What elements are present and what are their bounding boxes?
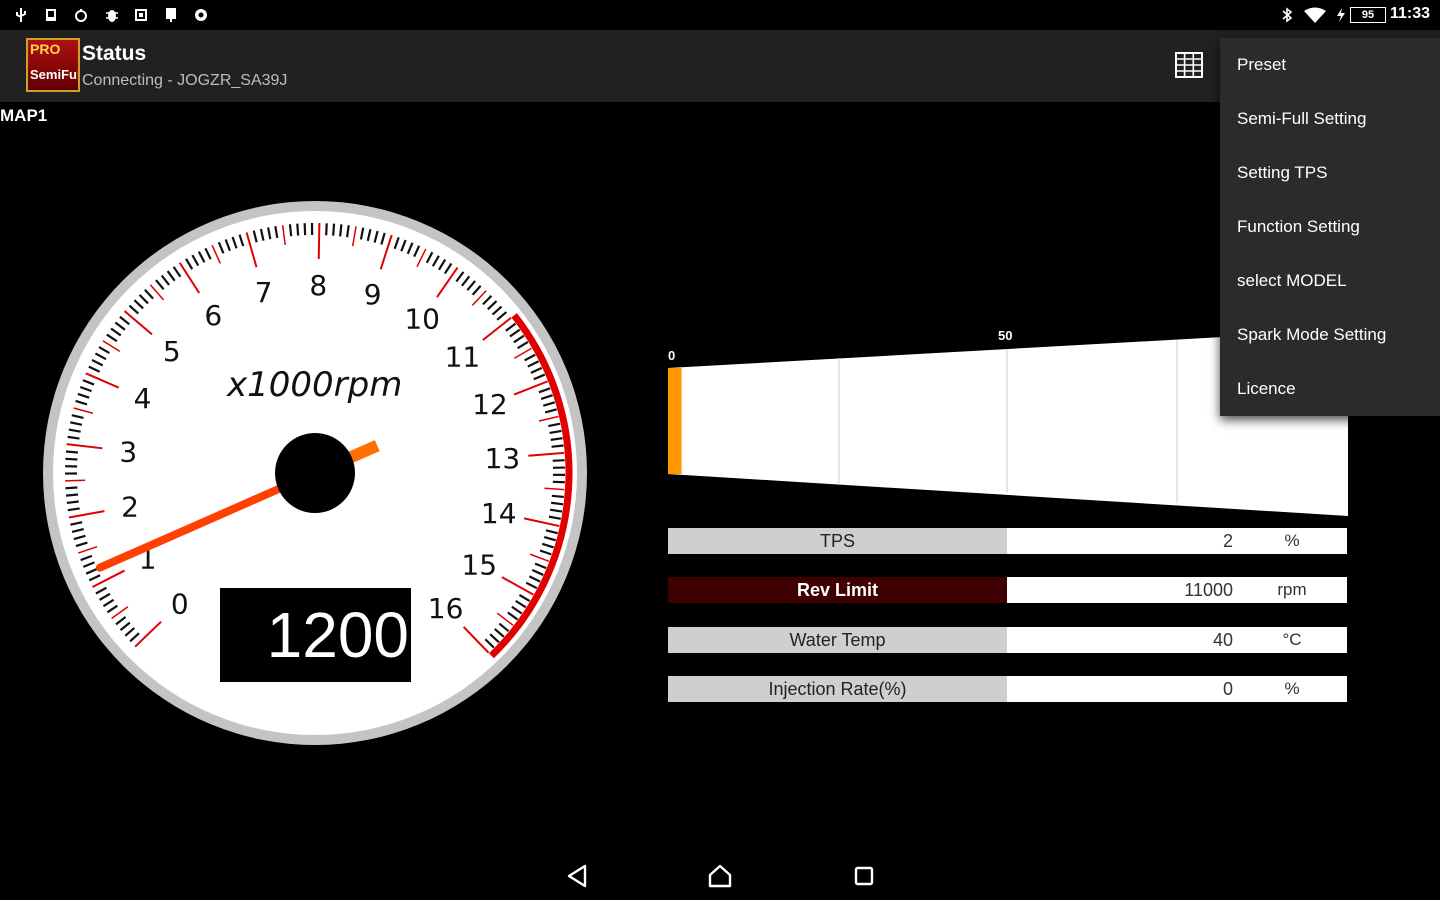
reading-unit: % — [1284, 679, 1300, 698]
wifi-icon — [1304, 7, 1326, 23]
rpm-readout: 1200 — [220, 588, 411, 682]
gauge-minor-tick — [551, 494, 564, 499]
gauge-tick-label: 9 — [364, 278, 382, 311]
reading-row-water-temp: Water Temp 40 °C — [668, 627, 1347, 653]
logo-text-pro: PRO — [30, 41, 61, 57]
debug-icon — [105, 7, 119, 23]
bar-graph-fill — [668, 368, 682, 474]
gauge-minor-tick — [332, 223, 336, 236]
gauge-minor-tick — [288, 224, 293, 237]
charging-icon — [1334, 7, 1348, 23]
menu-item-setting-tps[interactable]: Setting TPS — [1237, 146, 1327, 200]
gauge-tick-label: 8 — [309, 269, 327, 302]
reading-row-rev-limit: Rev Limit 11000 rpm — [668, 577, 1347, 603]
bar-scale-mid: 50 — [998, 328, 1013, 343]
gauge-tick-label: 4 — [134, 382, 152, 415]
clock: 11:33 — [1390, 5, 1431, 22]
reading-row-injection-rate: Injection Rate(%) 0 % — [668, 676, 1347, 702]
reading-label: Injection Rate(%) — [668, 676, 1007, 702]
gauge-minor-tick — [550, 501, 564, 506]
gauge-unit-clip — [420, 365, 426, 415]
system-status-bar: 95 11:33 — [0, 0, 1440, 30]
reading-unit: °C — [1282, 630, 1302, 649]
gauge-minor-tick — [65, 457, 78, 461]
gauge-hub — [275, 433, 355, 513]
app-logo: PRO SemiFull — [26, 38, 80, 92]
menu-item-semi-full-setting[interactable]: Semi-Full Setting — [1237, 92, 1366, 146]
reading-value: 0 — [1222, 679, 1233, 699]
gauge-minor-tick — [65, 486, 78, 490]
gauge-tick-label: 15 — [461, 549, 497, 582]
menu-item-function-setting[interactable]: Function Setting — [1237, 200, 1360, 254]
reading-unit: % — [1284, 531, 1300, 550]
gauge-tick-label: 16 — [428, 592, 464, 625]
bar-scale-start: 0 — [668, 348, 676, 363]
menu-item-select-model[interactable]: select MODEL — [1237, 254, 1347, 308]
gauge-minor-tick — [551, 444, 564, 448]
settings-icon — [194, 7, 208, 23]
gauge-minor-tick — [339, 224, 343, 237]
download-icon — [44, 7, 58, 23]
gauge-tick-label: 6 — [204, 299, 222, 332]
reading-value-cell: 0 % — [1007, 676, 1347, 702]
reading-label: TPS — [668, 528, 1007, 554]
gauge-tick-label: 3 — [119, 435, 137, 468]
grid-icon[interactable] — [1174, 50, 1204, 80]
gauge-tick-label: 5 — [163, 335, 181, 368]
gauge-minor-tick — [296, 223, 300, 236]
gauge-tick-label: 2 — [121, 490, 139, 523]
page-title: Status — [82, 42, 147, 65]
gauge-tick-label: 14 — [481, 497, 517, 530]
reading-value: 40 — [1212, 630, 1233, 650]
screenshot-icon — [134, 7, 148, 23]
reading-value: 11000 — [1184, 580, 1233, 600]
gauge-minor-tick — [66, 500, 79, 505]
menu-item-licence[interactable]: Licence — [1237, 362, 1296, 416]
gauge-tick-label: 12 — [472, 388, 508, 421]
gauge-unit-label: x1000rpm — [226, 365, 402, 405]
alarm-icon — [74, 7, 88, 23]
gauge-tick-label: 0 — [171, 588, 189, 621]
gauge-minor-tick — [65, 479, 86, 482]
gauge-minor-tick — [552, 459, 565, 462]
bluetooth-icon — [1280, 7, 1294, 23]
menu-item-spark-mode-setting[interactable]: Spark Mode Setting — [1237, 308, 1386, 362]
connection-status: Connecting - JOGZR_SA39J — [82, 72, 288, 89]
home-icon[interactable] — [702, 858, 738, 894]
gallery-icon — [164, 7, 178, 23]
battery-indicator: 95 — [1350, 7, 1386, 23]
gauge-tick-label: 7 — [255, 276, 273, 309]
reading-value-cell: 11000 rpm — [1007, 577, 1347, 603]
reading-label: Rev Limit — [668, 577, 1007, 603]
gauge-minor-tick — [65, 493, 79, 497]
gauge-tick-label: 11 — [445, 340, 481, 373]
gauge-tick-label: 10 — [404, 303, 440, 336]
gauge-minor-tick — [65, 450, 78, 454]
gauge-major-tick — [317, 223, 321, 260]
reading-row-tps: TPS 2 % — [668, 528, 1347, 554]
reading-value: 2 — [1222, 531, 1233, 551]
menu-item-preset[interactable]: Preset — [1237, 38, 1286, 92]
reading-value-cell: 40 °C — [1007, 627, 1347, 653]
reading-label: Water Temp — [668, 627, 1007, 653]
logo-text-semifull: SemiFull — [30, 67, 80, 82]
overflow-menu: Preset Semi-Full Setting Setting TPS Fun… — [1220, 38, 1440, 416]
reading-value-cell: 2 % — [1007, 528, 1347, 554]
gauge-tick-label: 13 — [485, 442, 521, 475]
map-label: MAP1 — [0, 106, 48, 125]
usb-icon — [14, 7, 28, 23]
recents-icon[interactable] — [846, 858, 882, 894]
reading-unit: rpm — [1277, 580, 1307, 599]
gauge-minor-tick — [325, 223, 328, 236]
back-icon[interactable] — [560, 858, 596, 894]
